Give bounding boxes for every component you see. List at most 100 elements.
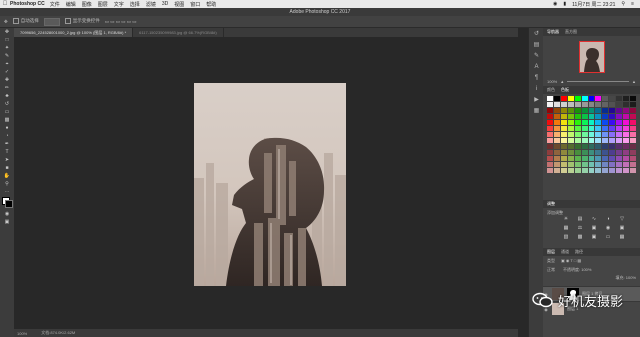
color-swatch[interactable] xyxy=(567,108,574,113)
color-swatch[interactable] xyxy=(609,144,616,149)
color-swatch[interactable] xyxy=(623,102,630,107)
color-swatch[interactable] xyxy=(574,108,581,113)
character-icon[interactable]: A xyxy=(529,61,544,72)
color-swatch[interactable] xyxy=(560,144,567,149)
color-swatch[interactable] xyxy=(602,162,609,167)
color-swatch[interactable] xyxy=(567,150,574,155)
posterize-icon[interactable]: ▩ xyxy=(573,234,587,240)
menu-list-icon[interactable]: ≡ xyxy=(631,1,634,7)
color-swatch[interactable] xyxy=(623,168,630,173)
menu-item-select[interactable]: 选择 xyxy=(130,1,140,8)
gradient-icon[interactable]: ▩ xyxy=(0,116,14,124)
exposure-icon[interactable]: ◑ xyxy=(601,216,615,222)
shape-tool-icon[interactable]: ■ xyxy=(0,164,14,172)
color-swatch[interactable] xyxy=(630,114,636,119)
color-swatch[interactable] xyxy=(581,162,588,167)
color-swatch[interactable] xyxy=(574,114,581,119)
color-swatch[interactable] xyxy=(547,162,553,167)
tab-histogram[interactable]: 直方图 xyxy=(565,29,577,35)
color-swatch[interactable] xyxy=(588,150,595,155)
color-swatch[interactable] xyxy=(623,162,630,167)
zoom-out-icon[interactable]: ▲ xyxy=(560,79,564,84)
blur-tool-icon[interactable]: ● xyxy=(0,124,14,132)
color-swatch[interactable] xyxy=(547,102,553,107)
color-swatch[interactable] xyxy=(609,114,616,119)
color-swatch[interactable] xyxy=(616,120,623,125)
color-swatch[interactable] xyxy=(560,114,567,119)
color-swatch[interactable] xyxy=(574,168,581,173)
history-brush-icon[interactable]: ↺ xyxy=(0,100,14,108)
color-swatch[interactable] xyxy=(553,120,560,125)
color-swatch[interactable] xyxy=(616,132,623,137)
vibrance-icon[interactable]: ▽ xyxy=(615,216,629,222)
color-swatch[interactable] xyxy=(581,96,588,101)
path-select-icon[interactable]: ➤ xyxy=(0,156,14,164)
color-swatch[interactable] xyxy=(574,162,581,167)
color-swatch[interactable] xyxy=(574,126,581,131)
color-swatch[interactable] xyxy=(616,96,623,101)
color-swatch[interactable] xyxy=(595,96,602,101)
color-swatch[interactable] xyxy=(560,168,567,173)
blend-mode-select[interactable]: 正常 xyxy=(547,267,555,273)
color-swatch[interactable] xyxy=(581,114,588,119)
color-swatch[interactable] xyxy=(547,144,553,149)
color-swatch[interactable] xyxy=(574,132,581,137)
color-swatch[interactable] xyxy=(588,126,595,131)
quick-mask-icon[interactable]: ◉ xyxy=(0,210,14,218)
crop-tool-icon[interactable]: ⌖ xyxy=(0,60,14,68)
hand-tool-icon[interactable]: ✋ xyxy=(0,172,14,180)
levels-icon[interactable]: ▤ xyxy=(573,216,587,222)
color-swatch[interactable] xyxy=(553,132,560,137)
marquee-tool-icon[interactable]: □ xyxy=(0,36,14,44)
apple-icon[interactable]:  xyxy=(0,1,10,7)
zoom-slider[interactable] xyxy=(567,80,630,82)
color-swatch[interactable] xyxy=(547,138,553,143)
color-swatch[interactable] xyxy=(588,138,595,143)
pen-tool-icon[interactable]: ✒ xyxy=(0,140,14,148)
color-swatch[interactable] xyxy=(547,114,553,119)
swatches-panel-icon[interactable]: ▦ xyxy=(529,105,544,116)
color-swatch[interactable] xyxy=(616,114,623,119)
color-swatch[interactable] xyxy=(630,168,636,173)
color-swatch[interactable] xyxy=(588,102,595,107)
color-swatch[interactable] xyxy=(595,138,602,143)
threshold-icon[interactable]: ▣ xyxy=(587,234,601,240)
color-swatch[interactable] xyxy=(567,114,574,119)
type-tool-icon[interactable]: T xyxy=(0,148,14,156)
color-swatch[interactable] xyxy=(616,168,623,173)
color-swatch[interactable] xyxy=(547,156,553,161)
tab-document-1[interactable]: 7099656_224528001000_2.jpg @ 100% (图层 1,… xyxy=(14,28,134,37)
menu-item-help[interactable]: 帮助 xyxy=(206,1,216,8)
color-swatch[interactable] xyxy=(553,144,560,149)
color-swatch[interactable] xyxy=(547,132,553,137)
color-swatch[interactable] xyxy=(623,120,630,125)
color-swatch[interactable] xyxy=(595,114,602,119)
photo-filter-icon[interactable]: ◉ xyxy=(601,225,615,231)
tab-color[interactable]: 颜色 xyxy=(547,87,555,93)
color-swatch[interactable] xyxy=(0,196,14,210)
color-swatch[interactable] xyxy=(602,126,609,131)
more-tools-icon[interactable]: ⋯ xyxy=(0,188,14,196)
canvas-area[interactable] xyxy=(14,37,518,329)
color-swatch[interactable] xyxy=(602,150,609,155)
color-swatch[interactable] xyxy=(623,144,630,149)
battery-icon[interactable]: ▮ xyxy=(563,1,566,7)
zoom-tool-icon[interactable]: ⚲ xyxy=(0,180,14,188)
color-swatch[interactable] xyxy=(630,150,636,155)
clock[interactable]: 11月7日 周二 23:21 xyxy=(572,1,615,8)
color-swatch[interactable] xyxy=(609,132,616,137)
color-swatch[interactable] xyxy=(547,150,553,155)
color-swatch[interactable] xyxy=(602,102,609,107)
clone-stamp-icon[interactable]: ♣ xyxy=(0,92,14,100)
move-tool-icon[interactable]: ✥ xyxy=(0,28,14,36)
color-swatch[interactable] xyxy=(623,132,630,137)
color-swatch[interactable] xyxy=(574,156,581,161)
color-swatch[interactable] xyxy=(595,126,602,131)
color-swatch[interactable] xyxy=(623,150,630,155)
color-swatch[interactable] xyxy=(588,114,595,119)
color-swatch[interactable] xyxy=(616,162,623,167)
brightness-icon[interactable]: ☀ xyxy=(559,216,573,222)
color-swatch[interactable] xyxy=(616,144,623,149)
color-swatch[interactable] xyxy=(560,132,567,137)
filter-icons[interactable]: ▣ ◉ T □ ▦ xyxy=(561,258,581,264)
